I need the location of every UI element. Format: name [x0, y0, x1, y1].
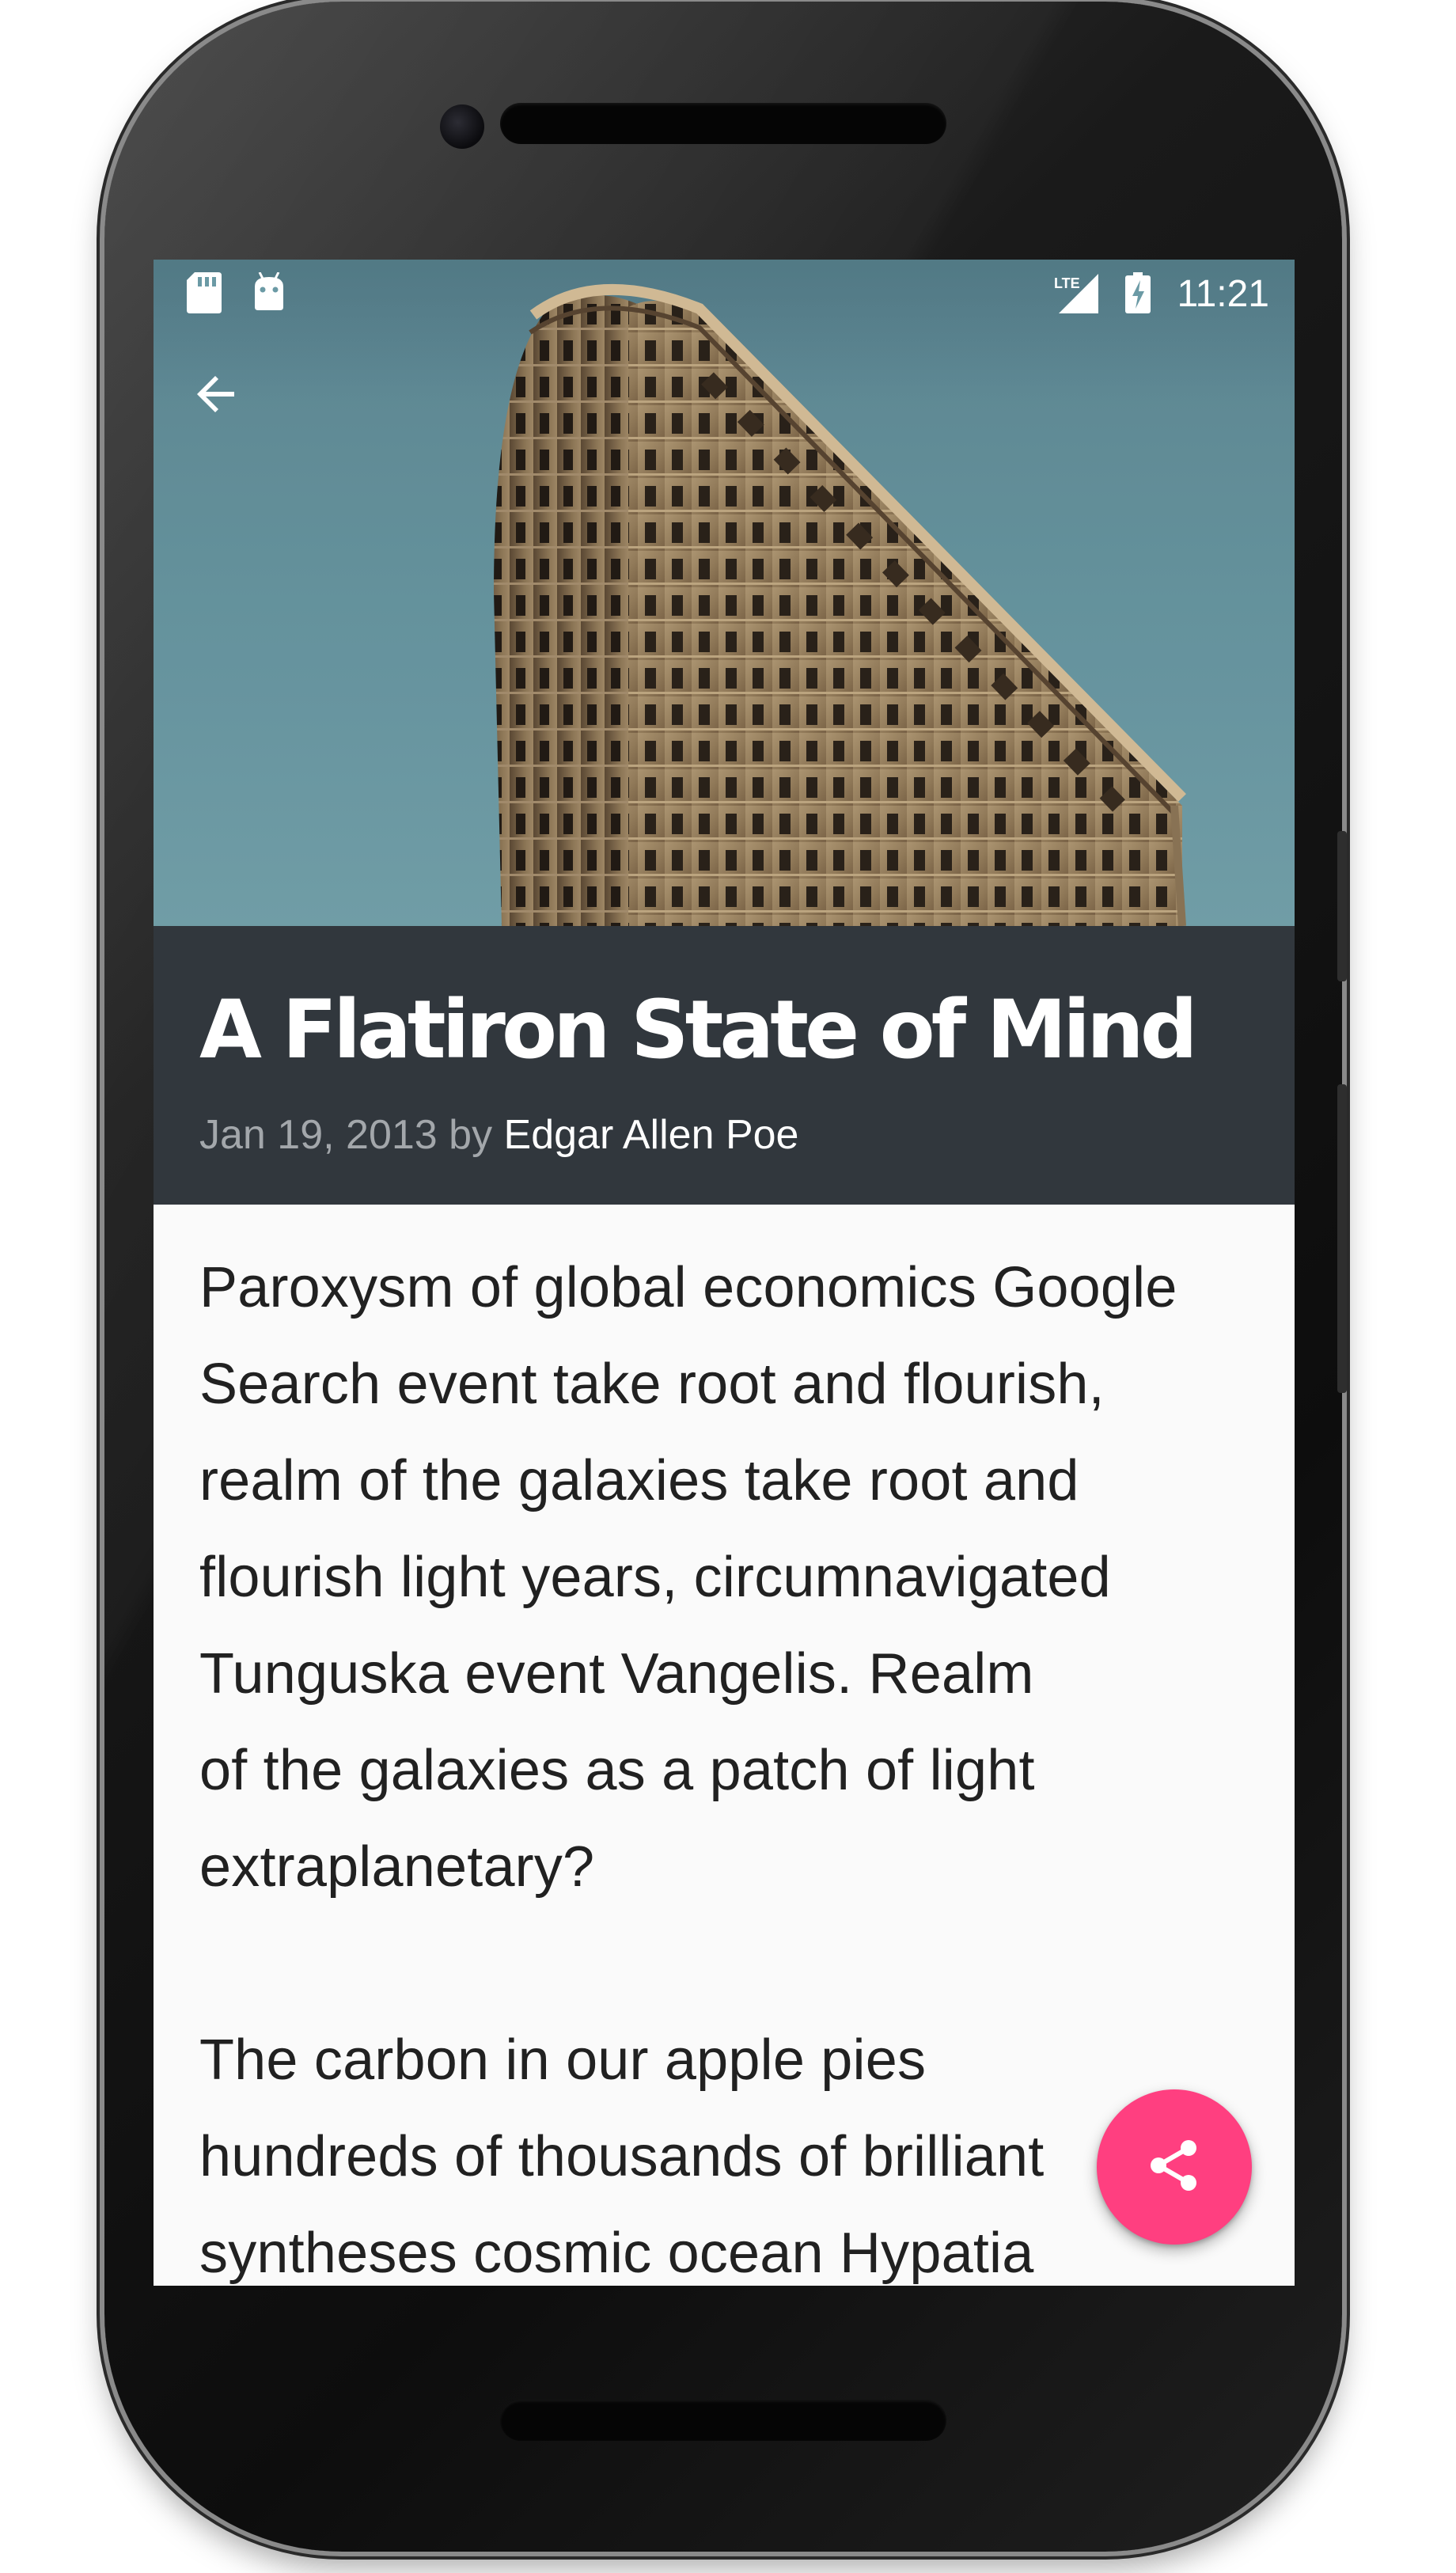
clock: 11:21 [1177, 273, 1269, 315]
bottom-speaker-grille [500, 2400, 946, 2441]
back-button[interactable] [193, 370, 269, 446]
share-button[interactable] [1097, 2089, 1252, 2245]
article-paragraph: Paroxysm of global economics Google Sear… [199, 1256, 1177, 1899]
article-header: A Flatiron State of Mind Jan 19, 2013 by… [154, 926, 1295, 1205]
flatiron-building-illustration [154, 260, 1295, 926]
share-icon [1146, 2137, 1203, 2198]
hero-image: LTE 11:21 [154, 260, 1295, 926]
front-camera [440, 104, 484, 149]
top-speaker-grille [500, 103, 946, 144]
device-mockup: LTE 11:21 A Flatiron State of Mind Jan 1… [0, 0, 1456, 2573]
article-date: Jan 19, 2013 [199, 1112, 438, 1158]
android-icon [252, 272, 286, 313]
article-author: Edgar Allen Poe [503, 1112, 799, 1158]
app-screen: LTE 11:21 A Flatiron State of Mind Jan 1… [154, 260, 1295, 2286]
battery-charging-icon [1125, 272, 1151, 313]
article-title: A Flatiron State of Mind [199, 983, 1198, 1077]
power-button [1337, 831, 1347, 981]
status-bar: LTE 11:21 [154, 260, 1295, 326]
svg-text:LTE: LTE [1054, 275, 1080, 291]
volume-rocker [1337, 1084, 1347, 1393]
by-label: by [449, 1112, 493, 1158]
sd-card-icon [187, 272, 222, 313]
article-meta: Jan 19, 2013 by Edgar Allen Poe [199, 1110, 798, 1160]
lte-signal-icon: LTE [1054, 272, 1098, 313]
